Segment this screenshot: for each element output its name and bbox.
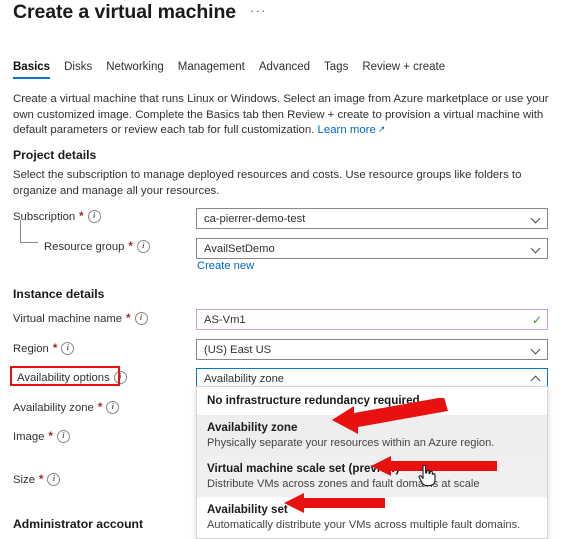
tree-connector bbox=[20, 220, 38, 243]
info-icon[interactable]: i bbox=[134, 312, 148, 325]
option-title: Virtual machine scale set (preview) bbox=[207, 462, 400, 475]
more-options-icon[interactable]: ··· bbox=[250, 4, 267, 17]
tab-bar: Basics Disks Networking Management Advan… bbox=[13, 61, 459, 79]
size-label: Size * i bbox=[13, 473, 61, 486]
tab-advanced[interactable]: Advanced bbox=[259, 61, 324, 79]
info-icon[interactable]: i bbox=[136, 240, 150, 253]
vm-name-label: Virtual machine name * i bbox=[13, 312, 148, 325]
administrator-account-heading: Administrator account bbox=[13, 517, 144, 531]
availability-options-label-text: Availability options bbox=[17, 371, 110, 384]
dropdown-option-availability-zone[interactable]: Availability zone Physically separate yo… bbox=[197, 415, 547, 456]
tab-networking[interactable]: Networking bbox=[106, 61, 178, 79]
option-title: Availability set bbox=[207, 503, 288, 516]
required-marker: * bbox=[128, 240, 133, 253]
info-icon[interactable]: i bbox=[113, 371, 127, 384]
page-title: Create a virtual machine bbox=[13, 1, 237, 23]
availability-options-label: Availability options i bbox=[17, 371, 127, 384]
resource-group-label-text: Resource group bbox=[44, 240, 125, 253]
valid-check-icon: ✓ bbox=[531, 312, 542, 327]
size-label-text: Size bbox=[13, 473, 35, 486]
required-marker: * bbox=[48, 430, 53, 443]
required-marker: * bbox=[38, 473, 44, 486]
resource-group-label: Resource group * i bbox=[44, 240, 150, 253]
tab-review-create[interactable]: Review + create bbox=[362, 61, 459, 79]
dropdown-option-scale-set[interactable]: Virtual machine scale set (preview) Dist… bbox=[197, 456, 547, 497]
availability-zone-label: Availability zone * i bbox=[13, 401, 120, 414]
required-marker: * bbox=[52, 342, 58, 355]
availability-options-dropdown: No infrastructure redundancy required Av… bbox=[196, 386, 548, 539]
resource-group-select[interactable]: AvailSetDemo bbox=[196, 238, 548, 259]
info-icon[interactable]: i bbox=[106, 401, 120, 414]
learn-more-link[interactable]: Learn more bbox=[318, 124, 376, 136]
region-select[interactable]: (US) East US bbox=[196, 339, 548, 360]
region-label: Region * i bbox=[13, 342, 75, 355]
tab-basics[interactable]: Basics bbox=[13, 61, 64, 79]
option-title: Availability zone bbox=[207, 421, 298, 434]
chevron-up-icon bbox=[531, 373, 542, 384]
required-marker: * bbox=[97, 401, 103, 414]
vm-name-input[interactable]: AS-Vm1 ✓ bbox=[196, 309, 548, 330]
info-icon[interactable]: i bbox=[87, 210, 101, 223]
info-icon[interactable]: i bbox=[47, 473, 61, 486]
tab-disks[interactable]: Disks bbox=[64, 61, 106, 79]
required-marker: * bbox=[79, 210, 84, 223]
tab-tags[interactable]: Tags bbox=[324, 61, 362, 79]
create-vm-blade: Create a virtual machine ··· Basics Disk… bbox=[0, 0, 573, 539]
blade-header: Create a virtual machine ··· bbox=[13, 1, 267, 24]
chevron-down-icon bbox=[531, 344, 542, 355]
image-label-text: Image bbox=[13, 430, 45, 443]
create-new-resource-group-link[interactable]: Create new bbox=[197, 260, 254, 272]
external-link-icon: ↗ bbox=[377, 124, 386, 135]
project-details-heading: Project details bbox=[13, 148, 97, 162]
resource-group-value: AvailSetDemo bbox=[204, 242, 275, 255]
required-marker: * bbox=[126, 312, 131, 325]
vm-name-value: AS-Vm1 bbox=[204, 313, 246, 326]
option-subtitle: Automatically distribute your VMs across… bbox=[207, 519, 521, 531]
dropdown-option-availability-set[interactable]: Availability set Automatically distribut… bbox=[197, 497, 547, 538]
option-subtitle: Distribute VMs across zones and fault do… bbox=[207, 478, 480, 490]
availability-zone-label-text: Availability zone bbox=[13, 401, 94, 414]
option-title: No infrastructure redundancy required bbox=[207, 394, 420, 407]
dropdown-option-no-redundancy[interactable]: No infrastructure redundancy required bbox=[197, 387, 547, 415]
tab-management[interactable]: Management bbox=[178, 61, 259, 79]
image-label: Image * i bbox=[13, 430, 70, 443]
availability-options-value: Availability zone bbox=[204, 372, 285, 385]
blade-description: Create a virtual machine that runs Linux… bbox=[13, 92, 558, 139]
subscription-select[interactable]: ca-pierrer-demo-test bbox=[196, 208, 548, 229]
subscription-value: ca-pierrer-demo-test bbox=[204, 212, 306, 225]
chevron-down-icon bbox=[531, 243, 542, 254]
region-value: (US) East US bbox=[204, 343, 272, 356]
option-subtitle: Physically separate your resources withi… bbox=[207, 437, 495, 449]
info-icon[interactable]: i bbox=[56, 430, 70, 443]
info-icon[interactable]: i bbox=[61, 342, 75, 355]
vm-name-label-text: Virtual machine name bbox=[13, 312, 123, 325]
instance-details-heading: Instance details bbox=[13, 287, 105, 301]
chevron-down-icon bbox=[531, 213, 542, 224]
description-text: Create a virtual machine that runs Linux… bbox=[13, 93, 549, 137]
region-label-text: Region bbox=[13, 342, 49, 355]
project-details-description: Select the subscription to manage deploy… bbox=[13, 169, 522, 197]
